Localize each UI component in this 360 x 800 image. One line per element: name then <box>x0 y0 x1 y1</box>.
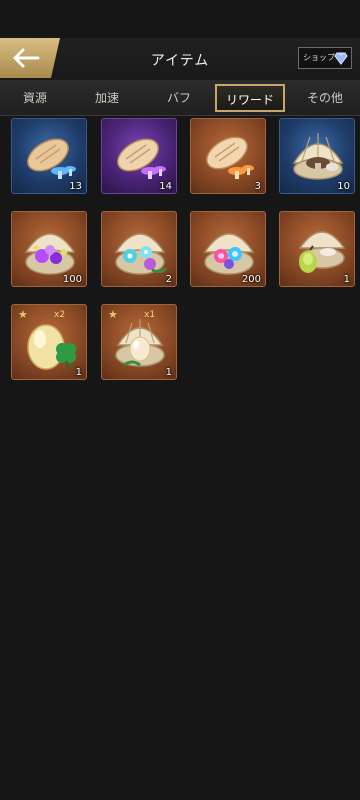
item-slot[interactable]: 100 <box>11 211 87 287</box>
tab-speedups[interactable]: 加速 <box>72 84 142 112</box>
star-icon: ★ <box>18 308 28 321</box>
item-slot[interactable]: 1 <box>279 211 355 287</box>
item-slot[interactable]: 14 <box>101 118 177 194</box>
tab-rewards[interactable]: リワード <box>215 84 285 112</box>
item-slot[interactable]: 10 <box>279 118 355 194</box>
gem-icon <box>334 52 348 65</box>
top-bar: アイテム ショップ <box>0 38 360 81</box>
item-quantity: 14 <box>159 181 172 192</box>
shop-label: ショップ <box>303 53 335 62</box>
category-tabs: 資源 加速 バフ リワード その他 <box>0 81 360 116</box>
item-quantity: 13 <box>69 181 82 192</box>
item-slot[interactable]: 13 <box>11 118 87 194</box>
item-quantity: 1 <box>75 367 82 378</box>
item-quantity: 1 <box>343 274 350 285</box>
item-slot[interactable]: 2 <box>101 211 177 287</box>
item-slot[interactable]: 200 <box>190 211 266 287</box>
tab-resources[interactable]: 資源 <box>0 84 70 112</box>
item-quantity: 200 <box>241 274 261 285</box>
star-icon: ★ <box>108 308 118 321</box>
item-quantity: 2 <box>165 274 172 285</box>
item-quantity: 10 <box>337 181 350 192</box>
item-slot[interactable]: 3 <box>190 118 266 194</box>
multiplier-badge: x1 <box>144 310 156 320</box>
item-quantity: 3 <box>254 181 261 192</box>
tab-other[interactable]: その他 <box>290 84 360 112</box>
item-quantity: 1 <box>165 367 172 378</box>
item-slot[interactable]: ★ x1 1 <box>101 304 177 380</box>
item-quantity: 100 <box>62 274 82 285</box>
tab-buffs[interactable]: バフ <box>144 84 214 112</box>
shop-button[interactable]: ショップ <box>298 47 352 69</box>
multiplier-badge: x2 <box>54 310 66 320</box>
item-slot[interactable]: ★ x2 1 <box>11 304 87 380</box>
